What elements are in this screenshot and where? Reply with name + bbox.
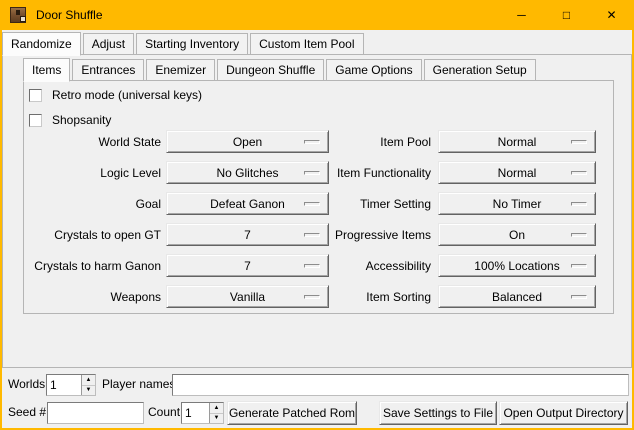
shopsanity-row: Shopsanity xyxy=(29,113,111,127)
world-state-label: World State xyxy=(24,135,161,149)
tab-randomize[interactable]: Randomize xyxy=(2,32,81,56)
dropdown-indicator-icon xyxy=(571,171,587,175)
worlds-spinner[interactable]: ▲ ▼ xyxy=(46,374,96,396)
crystals-open-gt-label: Crystals to open GT xyxy=(24,228,161,242)
generate-rom-button[interactable]: Generate Patched Rom xyxy=(227,401,357,425)
item-pool-label: Item Pool xyxy=(274,135,431,149)
save-settings-button[interactable]: Save Settings to File xyxy=(379,401,497,425)
app-icon xyxy=(10,7,26,23)
progressive-items-dropdown[interactable]: On xyxy=(438,223,596,246)
crystals-harm-ganon-label: Crystals to harm Ganon xyxy=(24,259,161,273)
spin-down-button[interactable]: ▼ xyxy=(82,386,95,396)
spin-up-icon: ▲ xyxy=(214,405,220,411)
window-title: Door Shuffle xyxy=(36,8,103,22)
retro-mode-row: Retro mode (universal keys) xyxy=(29,88,202,102)
sub-tab-bar: Items Entrances Enemizer Dungeon Shuffle… xyxy=(23,58,536,81)
weapons-label: Weapons xyxy=(24,290,161,304)
dropdown-indicator-icon xyxy=(571,202,587,206)
options-right-column: Item Pool Normal Item Functionality Norm… xyxy=(274,130,596,308)
count-spin-arrows: ▲ ▼ xyxy=(209,403,223,423)
player-names-label: Player names xyxy=(102,373,175,396)
retro-mode-label: Retro mode (universal keys) xyxy=(52,88,202,102)
dropdown-indicator-icon xyxy=(571,295,587,299)
count-label: Count xyxy=(148,401,180,424)
accessibility-label: Accessibility xyxy=(274,259,431,273)
minimize-button[interactable]: ─ xyxy=(499,0,544,30)
count-value[interactable] xyxy=(182,403,209,423)
item-sorting-dropdown[interactable]: Balanced xyxy=(438,285,596,308)
tab-custom-item-pool[interactable]: Custom Item Pool xyxy=(250,33,363,55)
spin-down-icon: ▼ xyxy=(214,415,220,421)
maximize-button[interactable]: □ xyxy=(544,0,589,30)
tab-items[interactable]: Items xyxy=(23,58,70,82)
shopsanity-label: Shopsanity xyxy=(52,113,111,127)
progressive-items-label: Progressive Items xyxy=(274,228,431,242)
spin-up-button[interactable]: ▲ xyxy=(210,403,223,414)
spin-up-icon: ▲ xyxy=(86,377,92,383)
timer-setting-dropdown[interactable]: No Timer xyxy=(438,192,596,215)
item-functionality-label: Item Functionality xyxy=(274,166,431,180)
dropdown-indicator-icon xyxy=(571,140,587,144)
close-icon: ✕ xyxy=(606,8,616,22)
tab-generation-setup[interactable]: Generation Setup xyxy=(424,59,536,81)
items-page: Retro mode (universal keys) Shopsanity W… xyxy=(23,80,614,314)
spin-down-button[interactable]: ▼ xyxy=(210,414,223,424)
worlds-label: Worlds xyxy=(8,373,45,396)
item-pool-dropdown[interactable]: Normal xyxy=(438,130,596,153)
goal-label: Goal xyxy=(24,197,161,211)
dropdown-indicator-icon xyxy=(571,264,587,268)
titlebar: Door Shuffle ─ □ ✕ xyxy=(0,0,634,30)
timer-setting-label: Timer Setting xyxy=(274,197,431,211)
main-tab-bar: Randomize Adjust Starting Inventory Cust… xyxy=(2,32,364,55)
item-functionality-dropdown[interactable]: Normal xyxy=(438,161,596,184)
retro-mode-checkbox[interactable] xyxy=(29,89,42,102)
spin-up-button[interactable]: ▲ xyxy=(82,375,95,386)
minimize-icon: ─ xyxy=(517,8,526,22)
count-spinner[interactable]: ▲ ▼ xyxy=(181,402,224,424)
worlds-value[interactable] xyxy=(47,375,81,395)
tab-dungeon-shuffle[interactable]: Dungeon Shuffle xyxy=(217,59,324,81)
app-window: Door Shuffle ─ □ ✕ Randomize Adjust Star… xyxy=(0,0,634,430)
seed-label: Seed # xyxy=(8,401,46,424)
randomize-page: Items Entrances Enemizer Dungeon Shuffle… xyxy=(2,54,632,368)
close-button[interactable]: ✕ xyxy=(589,0,634,30)
worlds-spin-arrows: ▲ ▼ xyxy=(81,375,95,395)
spin-down-icon: ▼ xyxy=(86,387,92,393)
item-sorting-label: Item Sorting xyxy=(274,290,431,304)
player-names-input[interactable] xyxy=(172,374,629,396)
dropdown-indicator-icon xyxy=(571,233,587,237)
tab-enemizer[interactable]: Enemizer xyxy=(146,59,215,81)
shopsanity-checkbox[interactable] xyxy=(29,114,42,127)
maximize-icon: □ xyxy=(563,8,570,22)
tab-entrances[interactable]: Entrances xyxy=(72,59,144,81)
accessibility-dropdown[interactable]: 100% Locations xyxy=(438,254,596,277)
seed-input[interactable] xyxy=(47,402,144,424)
logic-level-label: Logic Level xyxy=(24,166,161,180)
window-body: Randomize Adjust Starting Inventory Cust… xyxy=(2,30,632,428)
open-output-button[interactable]: Open Output Directory xyxy=(499,401,628,425)
window-controls: ─ □ ✕ xyxy=(499,0,634,30)
tab-starting-inventory[interactable]: Starting Inventory xyxy=(136,33,248,55)
tab-adjust[interactable]: Adjust xyxy=(83,33,134,55)
tab-game-options[interactable]: Game Options xyxy=(326,59,421,81)
